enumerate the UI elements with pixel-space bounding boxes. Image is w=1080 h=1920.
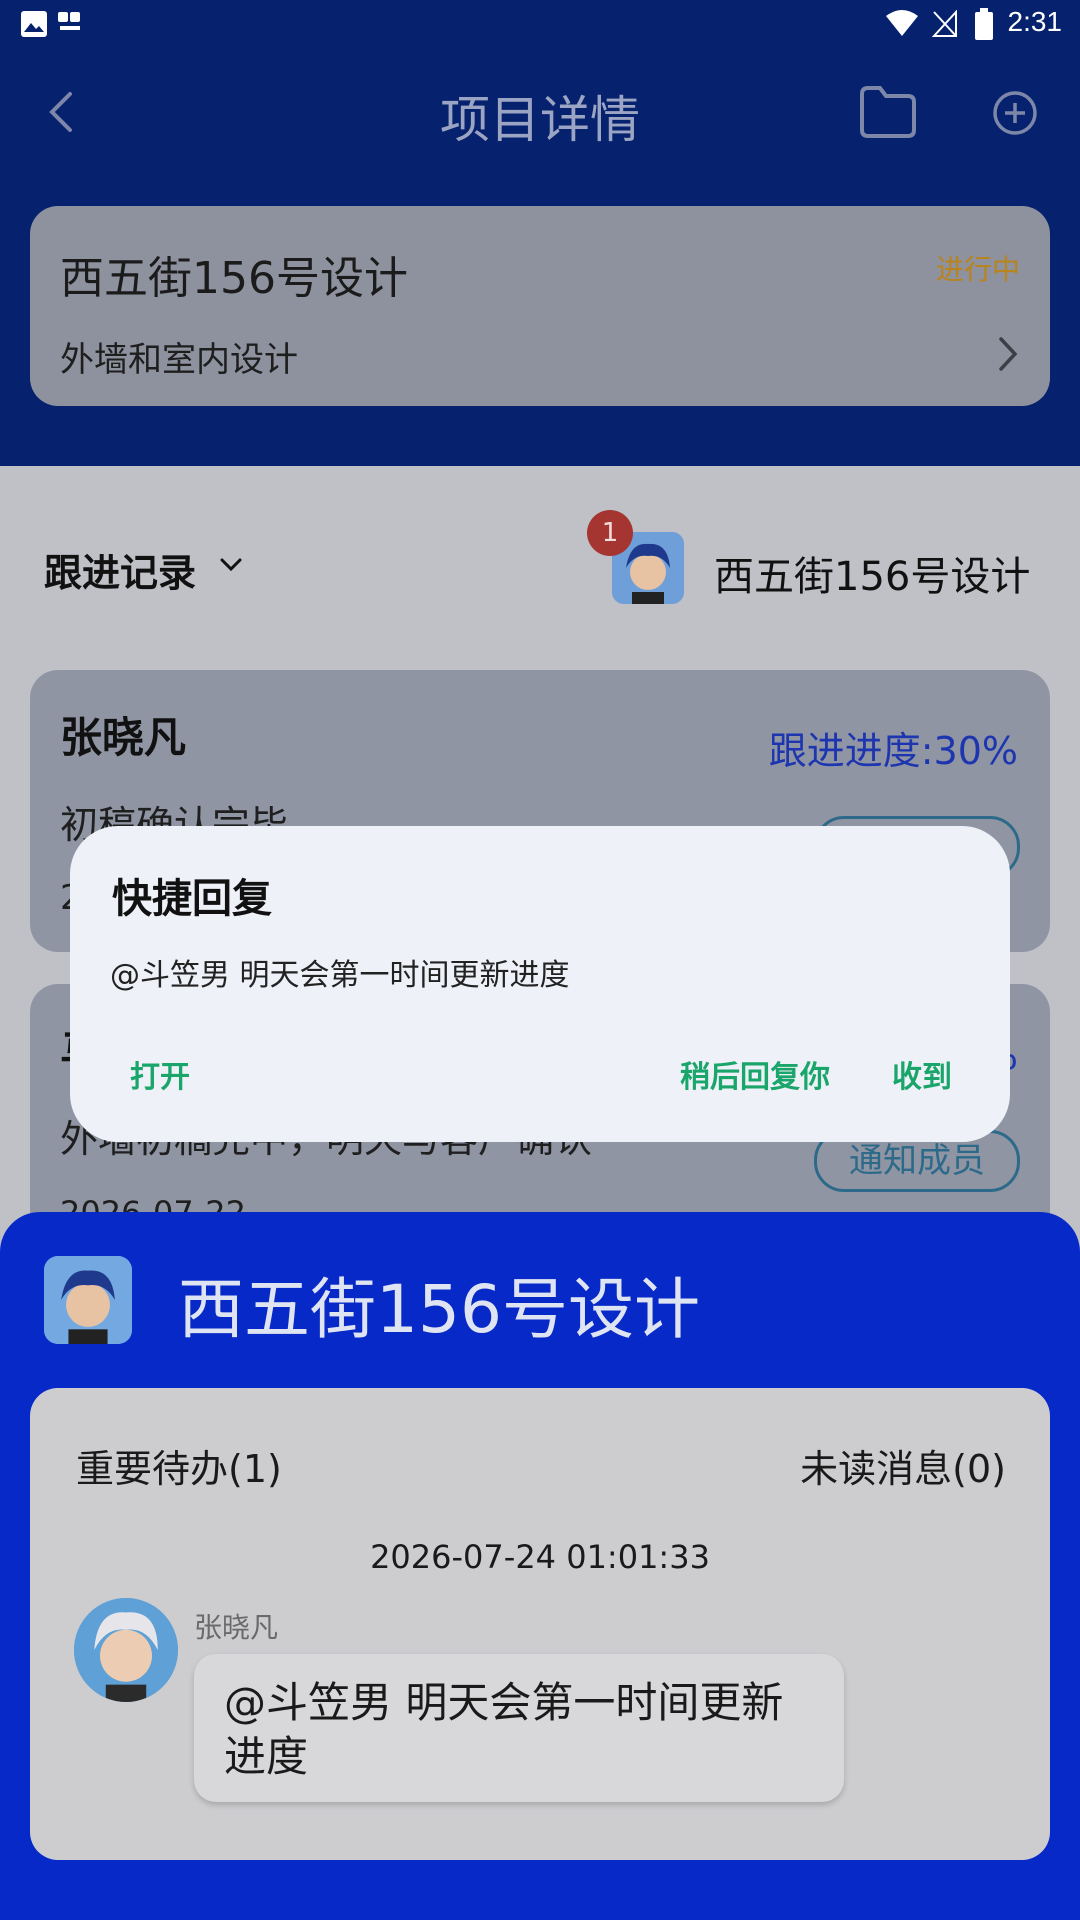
sender-name: 张晓凡 <box>194 1611 279 1644</box>
reply-later-button[interactable]: 稍后回复你 <box>680 1052 830 1096</box>
unread-count-badge: 1 <box>587 510 633 556</box>
app-notification-icon <box>58 12 80 30</box>
unread-messages-link[interactable]: 未读消息(0) <box>800 1438 1006 1493</box>
open-button[interactable]: 打开 <box>130 1052 190 1096</box>
status-bar: 2:31 <box>0 0 1080 50</box>
sheet-content-card: 重要待办(1) 未读消息(0) 2026-07-24 01:01:33 张晓凡 … <box>30 1388 1050 1860</box>
important-todo-link[interactable]: 重要待办(1) <box>76 1438 282 1493</box>
chevron-right-icon <box>999 337 1018 371</box>
sender-avatar[interactable] <box>74 1598 178 1702</box>
quick-reply-dialog: 快捷回复 @斗笠男 明天会第一时间更新进度 打开 稍后回复你 收到 <box>70 826 1010 1142</box>
page-title: 项目详情 <box>440 91 640 149</box>
group-name[interactable]: 西五街156号设计 <box>714 544 1030 602</box>
message-bubble[interactable]: @斗笠男 明天会第一时间更新进度 <box>194 1654 844 1802</box>
follow-record-dropdown-label[interactable]: 跟进记录 <box>44 542 196 597</box>
wifi-icon <box>886 10 918 36</box>
status-time: 2:31 <box>1007 6 1063 37</box>
gallery-icon <box>21 11 47 37</box>
project-name: 西五街156号设计 <box>60 253 408 304</box>
sheet-title: 西五街156号设计 <box>178 1271 700 1348</box>
project-status-badge: 进行中 <box>935 253 1020 286</box>
folder-icon[interactable] <box>858 84 918 140</box>
record-member-name: 张晓凡 <box>60 713 187 762</box>
project-description: 外墙和室内设计 <box>60 340 298 380</box>
dialog-message: @斗笠男 明天会第一时间更新进度 <box>110 958 570 993</box>
chat-bottom-sheet: 西五街156号设计 重要待办(1) 未读消息(0) 2026-07-24 01:… <box>0 1212 1080 1920</box>
chevron-down-icon[interactable] <box>220 558 242 572</box>
battery-icon <box>975 8 993 40</box>
message-text: @斗笠男 明天会第一时间更新进度 <box>224 1678 784 1781</box>
dialog-title: 快捷回复 <box>112 876 272 922</box>
project-card[interactable]: 西五街156号设计 进行中 外墙和室内设计 <box>30 206 1050 406</box>
received-button[interactable]: 收到 <box>892 1052 952 1096</box>
record-progress: 跟进进度:30% <box>768 729 1018 773</box>
add-circle-icon[interactable] <box>992 90 1038 136</box>
message-timestamp: 2026-07-24 01:01:33 <box>370 1538 710 1576</box>
sheet-group-avatar <box>44 1256 132 1344</box>
no-signal-icon <box>932 10 957 37</box>
